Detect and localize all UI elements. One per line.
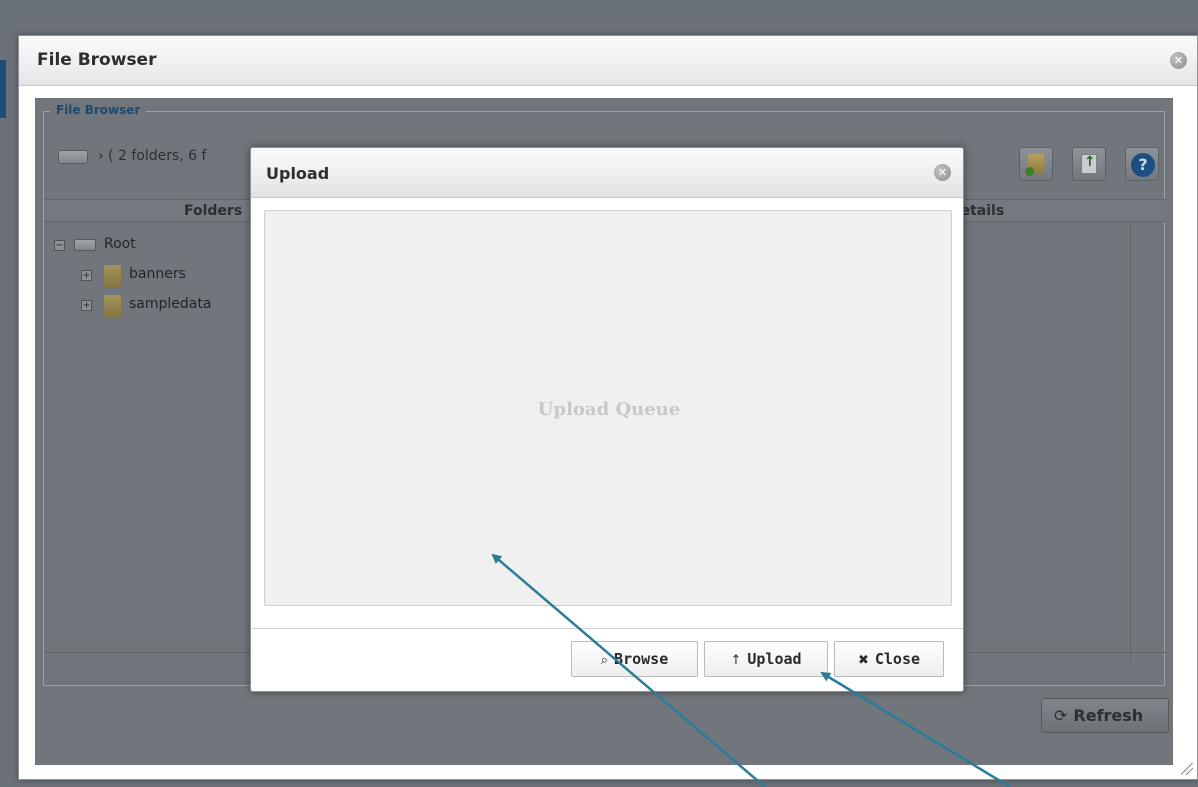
browse-label: Browse — [614, 650, 669, 668]
expand-icon[interactable]: + — [81, 270, 92, 281]
refresh-icon: ⟳ — [1054, 706, 1068, 725]
tree-item-sampledata[interactable]: + sampledata — [54, 295, 254, 326]
upload-dialog: Upload ✕ Upload Queue ⌕ Browse ↑ Upload ✖ C… — [250, 147, 964, 692]
close-icon[interactable]: ✕ — [1170, 52, 1187, 69]
collapse-icon[interactable]: − — [54, 240, 65, 251]
refresh-label: Refresh — [1073, 706, 1144, 725]
folder-icon — [104, 265, 121, 287]
tree-item-root[interactable]: − Root — [54, 236, 254, 266]
new-folder-icon — [1025, 154, 1044, 176]
tree-item-label: Root — [104, 236, 136, 252]
upload-toolbar-button[interactable] — [1072, 147, 1106, 181]
drive-icon — [74, 239, 96, 251]
folder-tree: − Root + banners + sampledata — [54, 236, 254, 326]
expand-icon[interactable]: + — [81, 300, 92, 311]
file-browser-dialog-title: File Browser — [37, 50, 157, 70]
upload-icon — [1081, 154, 1097, 174]
upload-dialog-title: Upload — [266, 164, 330, 183]
upload-label: Upload — [747, 650, 802, 668]
folder-icon — [104, 295, 121, 317]
tree-item-label: banners — [129, 266, 186, 282]
search-icon: ⌕ — [600, 653, 609, 668]
browse-button[interactable]: ⌕ Browse — [571, 641, 698, 677]
close-button[interactable]: ✖ Close — [834, 641, 944, 677]
folders-column-label: Folders — [184, 203, 243, 219]
refresh-button[interactable]: ⟳ Refresh — [1041, 698, 1169, 733]
resize-handle-icon[interactable] — [1181, 763, 1193, 775]
help-button[interactable]: ? — [1125, 147, 1159, 181]
upload-dialog-footer: ⌕ Browse ↑ Upload ✖ Close — [251, 628, 963, 691]
close-x-icon: ✖ — [857, 653, 869, 668]
upload-queue-label: Upload Queue — [537, 399, 681, 420]
close-icon[interactable]: ✕ — [934, 164, 951, 181]
close-label: Close — [874, 650, 921, 668]
details-scroll-divider — [1130, 222, 1131, 662]
tree-item-banners[interactable]: + banners — [54, 265, 254, 296]
path-summary: › ( 2 folders, 6 f — [98, 148, 207, 164]
new-folder-button[interactable] — [1019, 147, 1053, 181]
upload-button[interactable]: ↑ Upload — [704, 641, 828, 677]
upload-dialog-header: Upload ✕ — [251, 148, 963, 198]
tree-item-label: sampledata — [129, 296, 212, 312]
drive-icon[interactable] — [58, 150, 88, 164]
arrow-up-icon: ↑ — [730, 653, 742, 668]
help-icon: ? — [1131, 153, 1155, 177]
fieldset-legend: File Browser — [50, 103, 147, 117]
upload-queue-dropzone[interactable]: Upload Queue — [264, 210, 952, 606]
background-edge-mark — [0, 60, 6, 118]
file-browser-dialog-header: File Browser ✕ — [19, 36, 1197, 86]
